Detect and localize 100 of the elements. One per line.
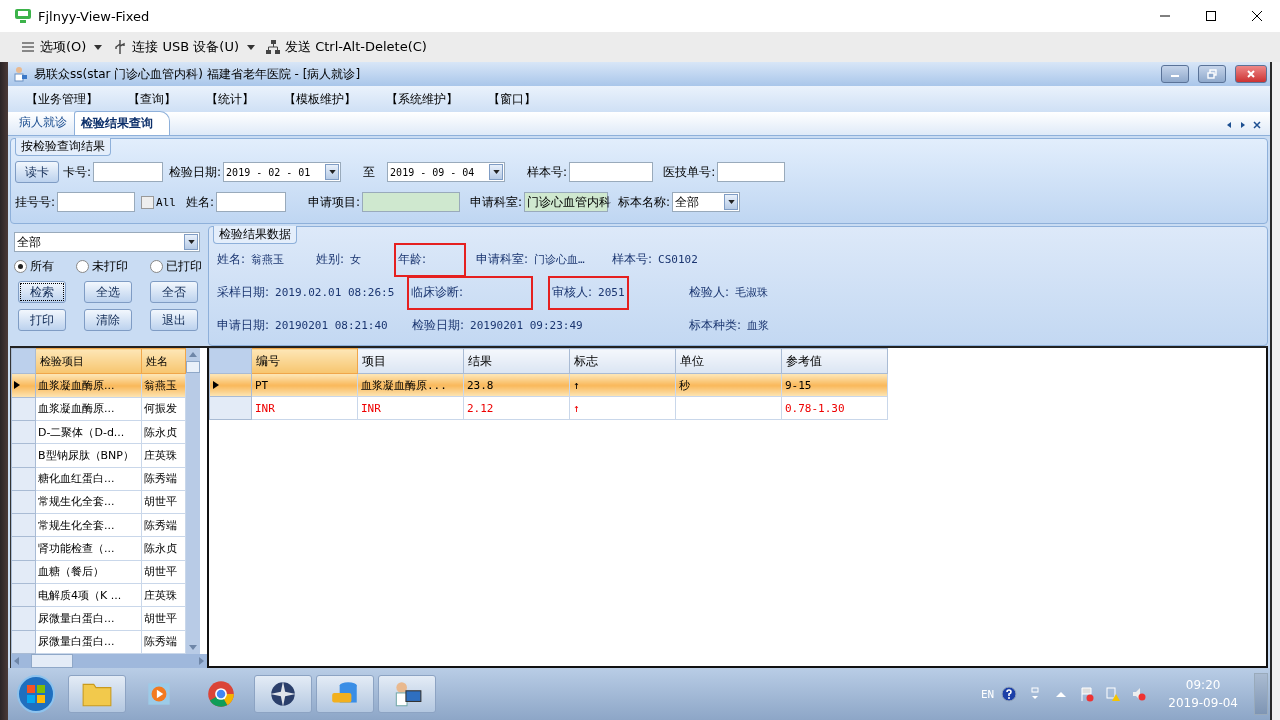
flag-error-icon[interactable] <box>1079 686 1096 702</box>
menu-item[interactable]: 【系统维护】 <box>386 90 458 108</box>
radio-label[interactable]: 已打印 <box>166 258 202 275</box>
info-label: 姓别: <box>316 251 345 268</box>
info-value: 20190201 09:23:49 <box>470 319 583 332</box>
caret-icon[interactable] <box>727 200 735 204</box>
table-cell: 陈永贞 <box>141 420 186 444</box>
arrow-right-icon[interactable] <box>199 657 204 665</box>
table-cell: 常规生化全套... <box>35 490 142 514</box>
row-header[interactable] <box>11 373 36 398</box>
input-field[interactable] <box>569 162 654 182</box>
network-warning-icon[interactable] <box>1105 686 1122 702</box>
table-cell: 何振发 <box>141 397 186 421</box>
column-header[interactable]: 结果 <box>463 348 570 374</box>
dropdown[interactable]: 全部 <box>14 232 200 252</box>
table-cell: 胡世平 <box>141 606 186 631</box>
arrow-down-icon[interactable] <box>189 645 197 650</box>
tab[interactable]: 检验结果查询 <box>74 111 170 135</box>
info-value: 毛淑珠 <box>735 285 769 300</box>
browser-icon[interactable] <box>205 680 237 708</box>
action-button[interactable]: 全选 <box>84 281 132 303</box>
horizontal-scrollbar[interactable] <box>11 654 207 668</box>
arrow-left-icon[interactable] <box>14 657 19 665</box>
column-header[interactable]: 编号 <box>251 348 358 374</box>
table-cell: 庄英珠 <box>141 443 186 467</box>
scroll-left-icon[interactable] <box>1225 121 1233 129</box>
radio-button[interactable] <box>150 260 163 273</box>
input-field[interactable]: 门诊心血管内科 <box>524 192 609 212</box>
caret-icon[interactable] <box>492 170 500 174</box>
row-header[interactable] <box>209 373 252 397</box>
taskbar-button[interactable] <box>254 675 312 713</box>
checkbox[interactable] <box>141 195 155 209</box>
row-pointer-icon <box>213 381 219 389</box>
caret-icon[interactable] <box>187 240 195 244</box>
vertical-scrollbar[interactable] <box>186 348 200 654</box>
dropdown[interactable]: 全部 <box>672 192 741 212</box>
toolbar-menu[interactable]: 发送 Ctrl-Alt-Delete(C) <box>285 38 427 56</box>
arrow-up-icon[interactable] <box>189 352 197 357</box>
column-header[interactable]: 参考值 <box>781 348 888 374</box>
input-field[interactable] <box>57 192 136 212</box>
taskbar-button[interactable] <box>378 675 436 713</box>
menu-item[interactable]: 【统计】 <box>206 90 254 108</box>
radio-label[interactable]: 未打印 <box>92 258 128 275</box>
table-cell: 尿微量白蛋白... <box>35 630 142 654</box>
table-cell: 血浆凝血酶原... <box>35 397 142 421</box>
restore-button[interactable] <box>1198 65 1226 83</box>
scroll-right-icon[interactable] <box>1239 121 1247 129</box>
restore-icon[interactable] <box>1207 69 1217 79</box>
column-header[interactable]: 项目 <box>357 348 464 374</box>
close-icon[interactable] <box>1253 121 1261 129</box>
speaker-muted-icon[interactable] <box>1131 686 1148 702</box>
caret-icon[interactable] <box>247 44 255 50</box>
date-field[interactable]: 2019 - 02 - 01 <box>223 162 342 182</box>
table-cell: 陈秀端 <box>141 467 186 491</box>
scrollbar-thumb[interactable] <box>31 654 73 668</box>
info-label: 申请科室: <box>476 251 529 268</box>
table-cell: ↑ <box>569 396 676 420</box>
menu-item[interactable]: 【模板维护】 <box>284 90 356 108</box>
input-field[interactable] <box>93 162 164 182</box>
close-icon[interactable] <box>1251 10 1263 22</box>
maximize-icon[interactable] <box>1205 10 1217 22</box>
menu-item[interactable]: 【业务管理】 <box>26 90 98 108</box>
start-button[interactable] <box>16 674 56 714</box>
read-card-button[interactable]: 读卡 <box>15 161 59 183</box>
input-field[interactable] <box>362 192 460 212</box>
caret-icon[interactable] <box>94 44 103 50</box>
action-button[interactable]: 检索 <box>18 281 66 303</box>
input-field[interactable] <box>717 162 786 182</box>
action-button[interactable]: 全否 <box>150 281 198 303</box>
radio-label[interactable]: 所有 <box>30 258 54 275</box>
info-label: 申请日期: <box>217 317 270 334</box>
group-legend: 检验结果数据 <box>213 226 297 244</box>
close-button[interactable] <box>1235 65 1267 83</box>
show-desktop-button[interactable] <box>1254 673 1268 715</box>
input-field[interactable] <box>215 192 286 212</box>
date-field[interactable]: 2019 - 09 - 04 <box>387 162 506 182</box>
menu-icon[interactable] <box>20 39 36 55</box>
help-icon[interactable] <box>1001 686 1018 702</box>
action-button[interactable]: 退出 <box>150 309 198 331</box>
column-header[interactable]: 标志 <box>569 348 676 374</box>
window-title: Fjlnyy-View-Fixed <box>38 8 150 24</box>
minimize-button[interactable] <box>1161 65 1189 83</box>
menu-item[interactable]: 【窗口】 <box>488 90 536 108</box>
toolbar-menu[interactable]: 连接 USB 设备(U) <box>132 38 239 56</box>
radio-button[interactable] <box>14 260 27 273</box>
column-header[interactable]: 检验项目 <box>35 348 142 374</box>
column-header[interactable]: 姓名 <box>141 348 186 374</box>
caret-icon[interactable] <box>328 170 336 174</box>
field-label: 姓名: <box>185 193 214 211</box>
scrollbar-thumb[interactable] <box>186 361 200 373</box>
tab[interactable]: 病人就诊 <box>12 110 74 135</box>
menu-item[interactable]: 【查询】 <box>128 90 176 108</box>
column-header[interactable]: 单位 <box>675 348 782 374</box>
action-button[interactable]: 打印 <box>18 309 66 331</box>
table-cell: 胡世平 <box>141 560 186 584</box>
action-button[interactable]: 清除 <box>84 309 132 331</box>
toolbar-menu[interactable]: 选项(O) <box>40 38 87 56</box>
radio-button[interactable] <box>76 260 89 273</box>
network-icon[interactable] <box>265 39 281 55</box>
checkbox-label[interactable]: All <box>156 195 176 209</box>
